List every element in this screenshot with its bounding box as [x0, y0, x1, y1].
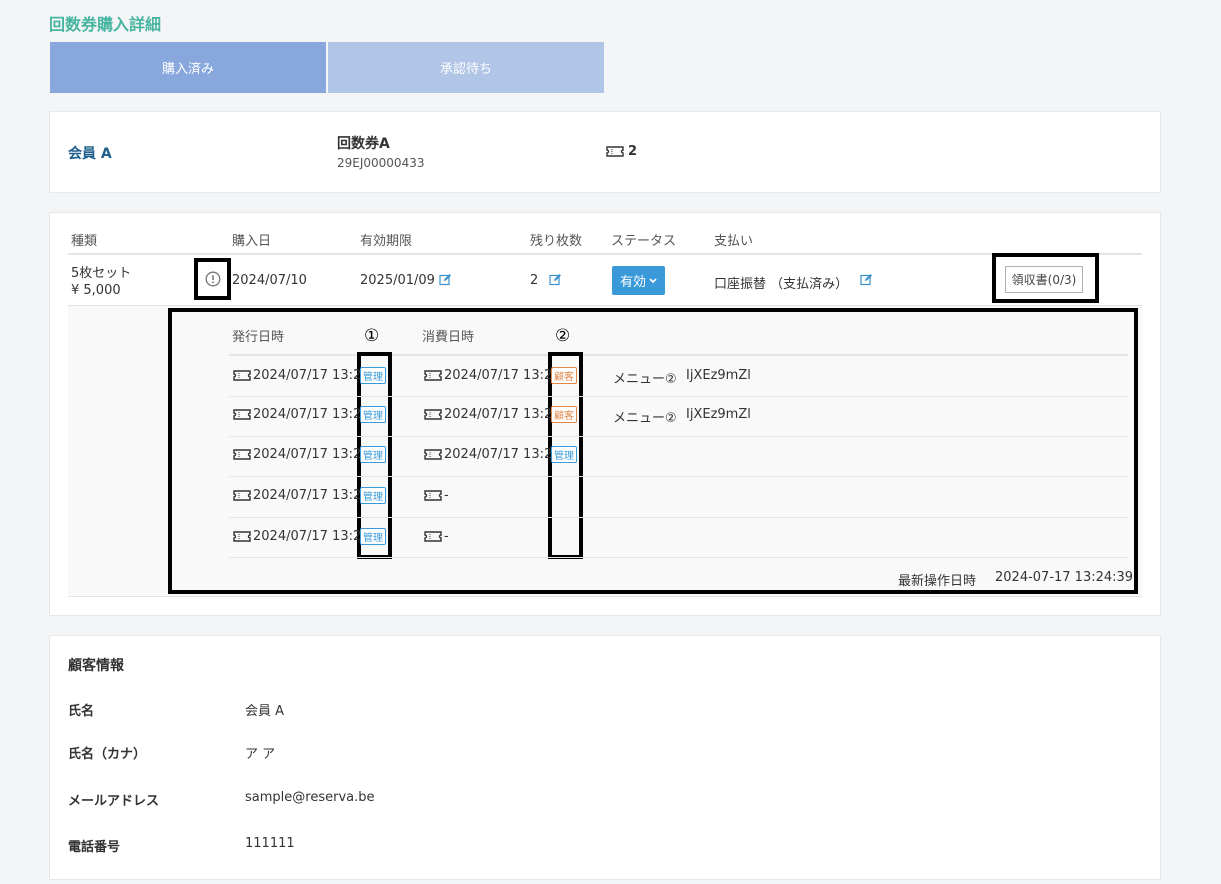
ticket-icon [424, 531, 442, 542]
detail-row-issued: 2024/07/17 13:24 [233, 447, 370, 462]
field-label-phone: 電話番号 [68, 840, 121, 855]
field-label-email: メールアドレス [68, 794, 160, 809]
row-remaining: 2 [530, 273, 539, 288]
last-operation-value: 2024-07-17 13:24:39 [995, 570, 1134, 585]
marker-1: ① [364, 326, 380, 346]
issued-datetime: 2024/07/17 13:24 [253, 407, 370, 422]
status-label: 有効 [619, 275, 646, 290]
consumed-datetime: - [444, 488, 449, 503]
ticket-name: 回数券A [337, 136, 390, 152]
ticket-icon [424, 490, 442, 501]
detail-row-divider [229, 476, 1128, 477]
edit-icon[interactable] [439, 273, 452, 290]
issued-datetime: 2024/07/17 13:24 [253, 368, 370, 383]
last-operation-label: 最新操作日時 [898, 574, 977, 589]
field-value-name: 会員 A [245, 704, 285, 719]
receipt-button[interactable]: 領収書(0/3) [1005, 266, 1083, 293]
page-title: 回数券購入詳細 [49, 15, 162, 34]
admin-tag: 管理 [551, 446, 577, 463]
field-value-email: sample@reserva.be [245, 790, 375, 805]
detail-row-issued: 2024/07/17 13:24 [233, 529, 370, 544]
summary-card [49, 111, 1161, 193]
detail-row-consumed: - [424, 529, 449, 544]
row-payment: 口座振替 （支払済み） [714, 277, 849, 292]
detail-header-consumed: 消費日時 [422, 330, 475, 345]
ticket-icon [233, 531, 251, 542]
exclamation-circle-icon[interactable] [205, 271, 221, 291]
ticket-icon [233, 409, 251, 420]
admin-tag: 管理 [360, 406, 386, 423]
ticket-icon [233, 449, 251, 460]
detail-header-issued: 発行日時 [232, 330, 285, 345]
header-purchase-date: 購入日 [232, 234, 272, 249]
ticket-count: 2 [606, 144, 637, 159]
field-value-phone: 111111 [245, 836, 295, 851]
admin-tag: 管理 [360, 528, 386, 545]
ticket-icon [424, 409, 442, 420]
header-status: ステータス [611, 234, 677, 249]
detail-row-issued: 2024/07/17 13:24 [233, 488, 370, 503]
row-expiry: 2025/01/09 [360, 273, 435, 288]
tab-pending-approval[interactable]: 承認待ち [328, 42, 604, 93]
detail-row-divider [229, 557, 1128, 558]
detail-bottom-divider [68, 596, 1142, 597]
edit-icon[interactable] [549, 273, 562, 290]
ticket-code: 29EJ00000433 [337, 156, 425, 170]
row-purchase-date: 2024/07/10 [232, 273, 307, 288]
admin-tag: 管理 [360, 446, 386, 463]
issued-datetime: 2024/07/17 13:24 [253, 447, 370, 462]
consumed-datetime: 2024/07/17 13:24 [444, 447, 561, 462]
detail-row-consumed: 2024/07/17 13:24 [424, 368, 561, 383]
detail-row-issued: 2024/07/17 13:24 [233, 368, 370, 383]
customer-tag: 顧客 [551, 406, 577, 423]
ticket-icon [606, 146, 624, 157]
detail-menu: メニュー② [613, 411, 677, 426]
ticket-icon [424, 370, 442, 381]
detail-row-consumed: 2024/07/17 13:24 [424, 447, 561, 462]
detail-row-divider [229, 396, 1128, 397]
consumed-datetime: 2024/07/17 13:24 [444, 407, 561, 422]
marker-2: ② [555, 326, 571, 346]
ticket-icon [424, 449, 442, 460]
ticket-count-value: 2 [628, 144, 638, 159]
ticket-icon [233, 370, 251, 381]
detail-menu: メニュー② [613, 372, 677, 387]
field-label-kana: 氏名（カナ） [68, 747, 147, 762]
detail-code: IjXEz9mZl [686, 407, 751, 422]
customer-card [49, 635, 1161, 880]
customer-heading: 顧客情報 [68, 658, 124, 674]
consumed-datetime: 2024/07/17 13:24 [444, 368, 561, 383]
detail-row-divider [229, 436, 1128, 437]
member-name[interactable]: 会員 A [68, 143, 112, 163]
row-type: 5枚セット [71, 266, 132, 281]
header-type: 種類 [71, 234, 98, 249]
header-expiry: 有効期限 [360, 234, 413, 249]
consumed-datetime: - [444, 529, 449, 544]
header-remaining: 残り枚数 [530, 234, 583, 249]
chevron-down-icon [649, 277, 657, 283]
field-value-kana: ア ア [245, 747, 276, 762]
admin-tag: 管理 [360, 367, 386, 384]
tab-purchased[interactable]: 購入済み [50, 42, 326, 93]
detail-row-consumed: 2024/07/17 13:24 [424, 407, 561, 422]
row-price: ¥ 5,000 [71, 283, 121, 298]
detail-row-divider [229, 517, 1128, 518]
admin-tag: 管理 [360, 487, 386, 504]
issued-datetime: 2024/07/17 13:24 [253, 529, 370, 544]
ticket-icon [233, 490, 251, 501]
header-divider [68, 253, 1142, 255]
issued-datetime: 2024/07/17 13:24 [253, 488, 370, 503]
customer-tag: 顧客 [551, 367, 577, 384]
edit-icon[interactable] [860, 273, 873, 290]
status-dropdown[interactable]: 有効 [612, 266, 665, 295]
field-label-name: 氏名 [68, 704, 95, 719]
detail-row-issued: 2024/07/17 13:24 [233, 407, 370, 422]
header-payment: 支払い [714, 234, 754, 249]
detail-row-consumed: - [424, 488, 449, 503]
detail-code: IjXEz9mZl [686, 368, 751, 383]
